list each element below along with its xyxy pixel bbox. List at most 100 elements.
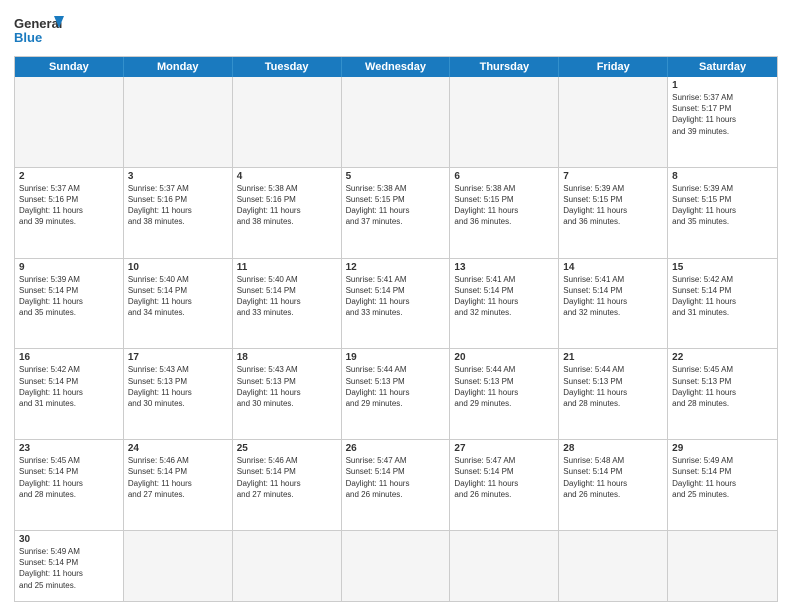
calendar-cell bbox=[450, 531, 559, 601]
weekday-header: Tuesday bbox=[233, 57, 342, 77]
day-number: 30 bbox=[19, 534, 119, 545]
calendar-cell bbox=[342, 531, 451, 601]
day-number: 11 bbox=[237, 262, 337, 273]
calendar-cell: 27Sunrise: 5:47 AM Sunset: 5:14 PM Dayli… bbox=[450, 440, 559, 530]
calendar-cell: 23Sunrise: 5:45 AM Sunset: 5:14 PM Dayli… bbox=[15, 440, 124, 530]
svg-text:Blue: Blue bbox=[14, 30, 42, 45]
calendar-cell bbox=[450, 77, 559, 167]
day-number: 27 bbox=[454, 443, 554, 454]
day-info: Sunrise: 5:44 AM Sunset: 5:13 PM Dayligh… bbox=[454, 364, 554, 409]
calendar-cell bbox=[559, 77, 668, 167]
day-info: Sunrise: 5:41 AM Sunset: 5:14 PM Dayligh… bbox=[346, 274, 446, 319]
calendar-row: 9Sunrise: 5:39 AM Sunset: 5:14 PM Daylig… bbox=[15, 259, 777, 350]
day-info: Sunrise: 5:40 AM Sunset: 5:14 PM Dayligh… bbox=[237, 274, 337, 319]
calendar-cell bbox=[15, 77, 124, 167]
calendar-cell: 21Sunrise: 5:44 AM Sunset: 5:13 PM Dayli… bbox=[559, 349, 668, 439]
day-info: Sunrise: 5:38 AM Sunset: 5:16 PM Dayligh… bbox=[237, 183, 337, 228]
weekday-header: Wednesday bbox=[342, 57, 451, 77]
calendar-row: 16Sunrise: 5:42 AM Sunset: 5:14 PM Dayli… bbox=[15, 349, 777, 440]
day-info: Sunrise: 5:49 AM Sunset: 5:14 PM Dayligh… bbox=[19, 546, 119, 591]
day-info: Sunrise: 5:42 AM Sunset: 5:14 PM Dayligh… bbox=[19, 364, 119, 409]
calendar-cell: 10Sunrise: 5:40 AM Sunset: 5:14 PM Dayli… bbox=[124, 259, 233, 349]
calendar-cell: 15Sunrise: 5:42 AM Sunset: 5:14 PM Dayli… bbox=[668, 259, 777, 349]
calendar-cell: 9Sunrise: 5:39 AM Sunset: 5:14 PM Daylig… bbox=[15, 259, 124, 349]
day-number: 29 bbox=[672, 443, 773, 454]
day-info: Sunrise: 5:44 AM Sunset: 5:13 PM Dayligh… bbox=[346, 364, 446, 409]
day-info: Sunrise: 5:43 AM Sunset: 5:13 PM Dayligh… bbox=[128, 364, 228, 409]
calendar-cell bbox=[342, 77, 451, 167]
day-number: 23 bbox=[19, 443, 119, 454]
calendar-cell bbox=[124, 531, 233, 601]
day-number: 16 bbox=[19, 352, 119, 363]
calendar-cell: 3Sunrise: 5:37 AM Sunset: 5:16 PM Daylig… bbox=[124, 168, 233, 258]
calendar-cell: 25Sunrise: 5:46 AM Sunset: 5:14 PM Dayli… bbox=[233, 440, 342, 530]
calendar-cell: 11Sunrise: 5:40 AM Sunset: 5:14 PM Dayli… bbox=[233, 259, 342, 349]
day-info: Sunrise: 5:46 AM Sunset: 5:14 PM Dayligh… bbox=[128, 455, 228, 500]
day-info: Sunrise: 5:41 AM Sunset: 5:14 PM Dayligh… bbox=[563, 274, 663, 319]
day-number: 28 bbox=[563, 443, 663, 454]
day-number: 10 bbox=[128, 262, 228, 273]
calendar-cell: 12Sunrise: 5:41 AM Sunset: 5:14 PM Dayli… bbox=[342, 259, 451, 349]
calendar-cell: 22Sunrise: 5:45 AM Sunset: 5:13 PM Dayli… bbox=[668, 349, 777, 439]
calendar-cell: 6Sunrise: 5:38 AM Sunset: 5:15 PM Daylig… bbox=[450, 168, 559, 258]
calendar-cell bbox=[233, 77, 342, 167]
day-number: 4 bbox=[237, 171, 337, 182]
calendar-body: 1Sunrise: 5:37 AM Sunset: 5:17 PM Daylig… bbox=[15, 77, 777, 601]
calendar-cell: 26Sunrise: 5:47 AM Sunset: 5:14 PM Dayli… bbox=[342, 440, 451, 530]
calendar-cell: 18Sunrise: 5:43 AM Sunset: 5:13 PM Dayli… bbox=[233, 349, 342, 439]
day-info: Sunrise: 5:47 AM Sunset: 5:14 PM Dayligh… bbox=[346, 455, 446, 500]
day-info: Sunrise: 5:47 AM Sunset: 5:14 PM Dayligh… bbox=[454, 455, 554, 500]
calendar-row: 1Sunrise: 5:37 AM Sunset: 5:17 PM Daylig… bbox=[15, 77, 777, 168]
calendar-cell: 17Sunrise: 5:43 AM Sunset: 5:13 PM Dayli… bbox=[124, 349, 233, 439]
calendar-cell: 1Sunrise: 5:37 AM Sunset: 5:17 PM Daylig… bbox=[668, 77, 777, 167]
calendar-cell: 4Sunrise: 5:38 AM Sunset: 5:16 PM Daylig… bbox=[233, 168, 342, 258]
day-info: Sunrise: 5:41 AM Sunset: 5:14 PM Dayligh… bbox=[454, 274, 554, 319]
header: GeneralBlue bbox=[14, 10, 778, 50]
day-number: 1 bbox=[672, 80, 773, 91]
day-info: Sunrise: 5:37 AM Sunset: 5:17 PM Dayligh… bbox=[672, 92, 773, 137]
day-number: 12 bbox=[346, 262, 446, 273]
calendar-cell: 5Sunrise: 5:38 AM Sunset: 5:15 PM Daylig… bbox=[342, 168, 451, 258]
day-number: 7 bbox=[563, 171, 663, 182]
day-number: 17 bbox=[128, 352, 228, 363]
calendar-row: 30Sunrise: 5:49 AM Sunset: 5:14 PM Dayli… bbox=[15, 531, 777, 601]
day-number: 22 bbox=[672, 352, 773, 363]
day-info: Sunrise: 5:45 AM Sunset: 5:14 PM Dayligh… bbox=[19, 455, 119, 500]
generalblue-logo-icon: GeneralBlue bbox=[14, 14, 64, 50]
day-info: Sunrise: 5:37 AM Sunset: 5:16 PM Dayligh… bbox=[19, 183, 119, 228]
day-number: 20 bbox=[454, 352, 554, 363]
day-number: 24 bbox=[128, 443, 228, 454]
day-info: Sunrise: 5:38 AM Sunset: 5:15 PM Dayligh… bbox=[454, 183, 554, 228]
day-info: Sunrise: 5:45 AM Sunset: 5:13 PM Dayligh… bbox=[672, 364, 773, 409]
weekday-header: Saturday bbox=[668, 57, 777, 77]
calendar-cell: 7Sunrise: 5:39 AM Sunset: 5:15 PM Daylig… bbox=[559, 168, 668, 258]
calendar-cell: 16Sunrise: 5:42 AM Sunset: 5:14 PM Dayli… bbox=[15, 349, 124, 439]
day-number: 5 bbox=[346, 171, 446, 182]
day-info: Sunrise: 5:49 AM Sunset: 5:14 PM Dayligh… bbox=[672, 455, 773, 500]
calendar-cell: 2Sunrise: 5:37 AM Sunset: 5:16 PM Daylig… bbox=[15, 168, 124, 258]
day-number: 9 bbox=[19, 262, 119, 273]
calendar-cell bbox=[559, 531, 668, 601]
weekday-header: Thursday bbox=[450, 57, 559, 77]
calendar-cell: 20Sunrise: 5:44 AM Sunset: 5:13 PM Dayli… bbox=[450, 349, 559, 439]
calendar-cell: 14Sunrise: 5:41 AM Sunset: 5:14 PM Dayli… bbox=[559, 259, 668, 349]
calendar-cell: 8Sunrise: 5:39 AM Sunset: 5:15 PM Daylig… bbox=[668, 168, 777, 258]
day-number: 3 bbox=[128, 171, 228, 182]
calendar-cell bbox=[668, 531, 777, 601]
day-info: Sunrise: 5:40 AM Sunset: 5:14 PM Dayligh… bbox=[128, 274, 228, 319]
calendar-cell bbox=[124, 77, 233, 167]
weekday-header: Sunday bbox=[15, 57, 124, 77]
day-number: 14 bbox=[563, 262, 663, 273]
day-info: Sunrise: 5:39 AM Sunset: 5:15 PM Dayligh… bbox=[672, 183, 773, 228]
day-number: 26 bbox=[346, 443, 446, 454]
calendar-header: SundayMondayTuesdayWednesdayThursdayFrid… bbox=[15, 57, 777, 77]
day-number: 2 bbox=[19, 171, 119, 182]
weekday-header: Monday bbox=[124, 57, 233, 77]
day-number: 21 bbox=[563, 352, 663, 363]
calendar-cell: 28Sunrise: 5:48 AM Sunset: 5:14 PM Dayli… bbox=[559, 440, 668, 530]
day-info: Sunrise: 5:44 AM Sunset: 5:13 PM Dayligh… bbox=[563, 364, 663, 409]
calendar-cell: 24Sunrise: 5:46 AM Sunset: 5:14 PM Dayli… bbox=[124, 440, 233, 530]
calendar-cell: 30Sunrise: 5:49 AM Sunset: 5:14 PM Dayli… bbox=[15, 531, 124, 601]
day-info: Sunrise: 5:37 AM Sunset: 5:16 PM Dayligh… bbox=[128, 183, 228, 228]
calendar-cell bbox=[233, 531, 342, 601]
